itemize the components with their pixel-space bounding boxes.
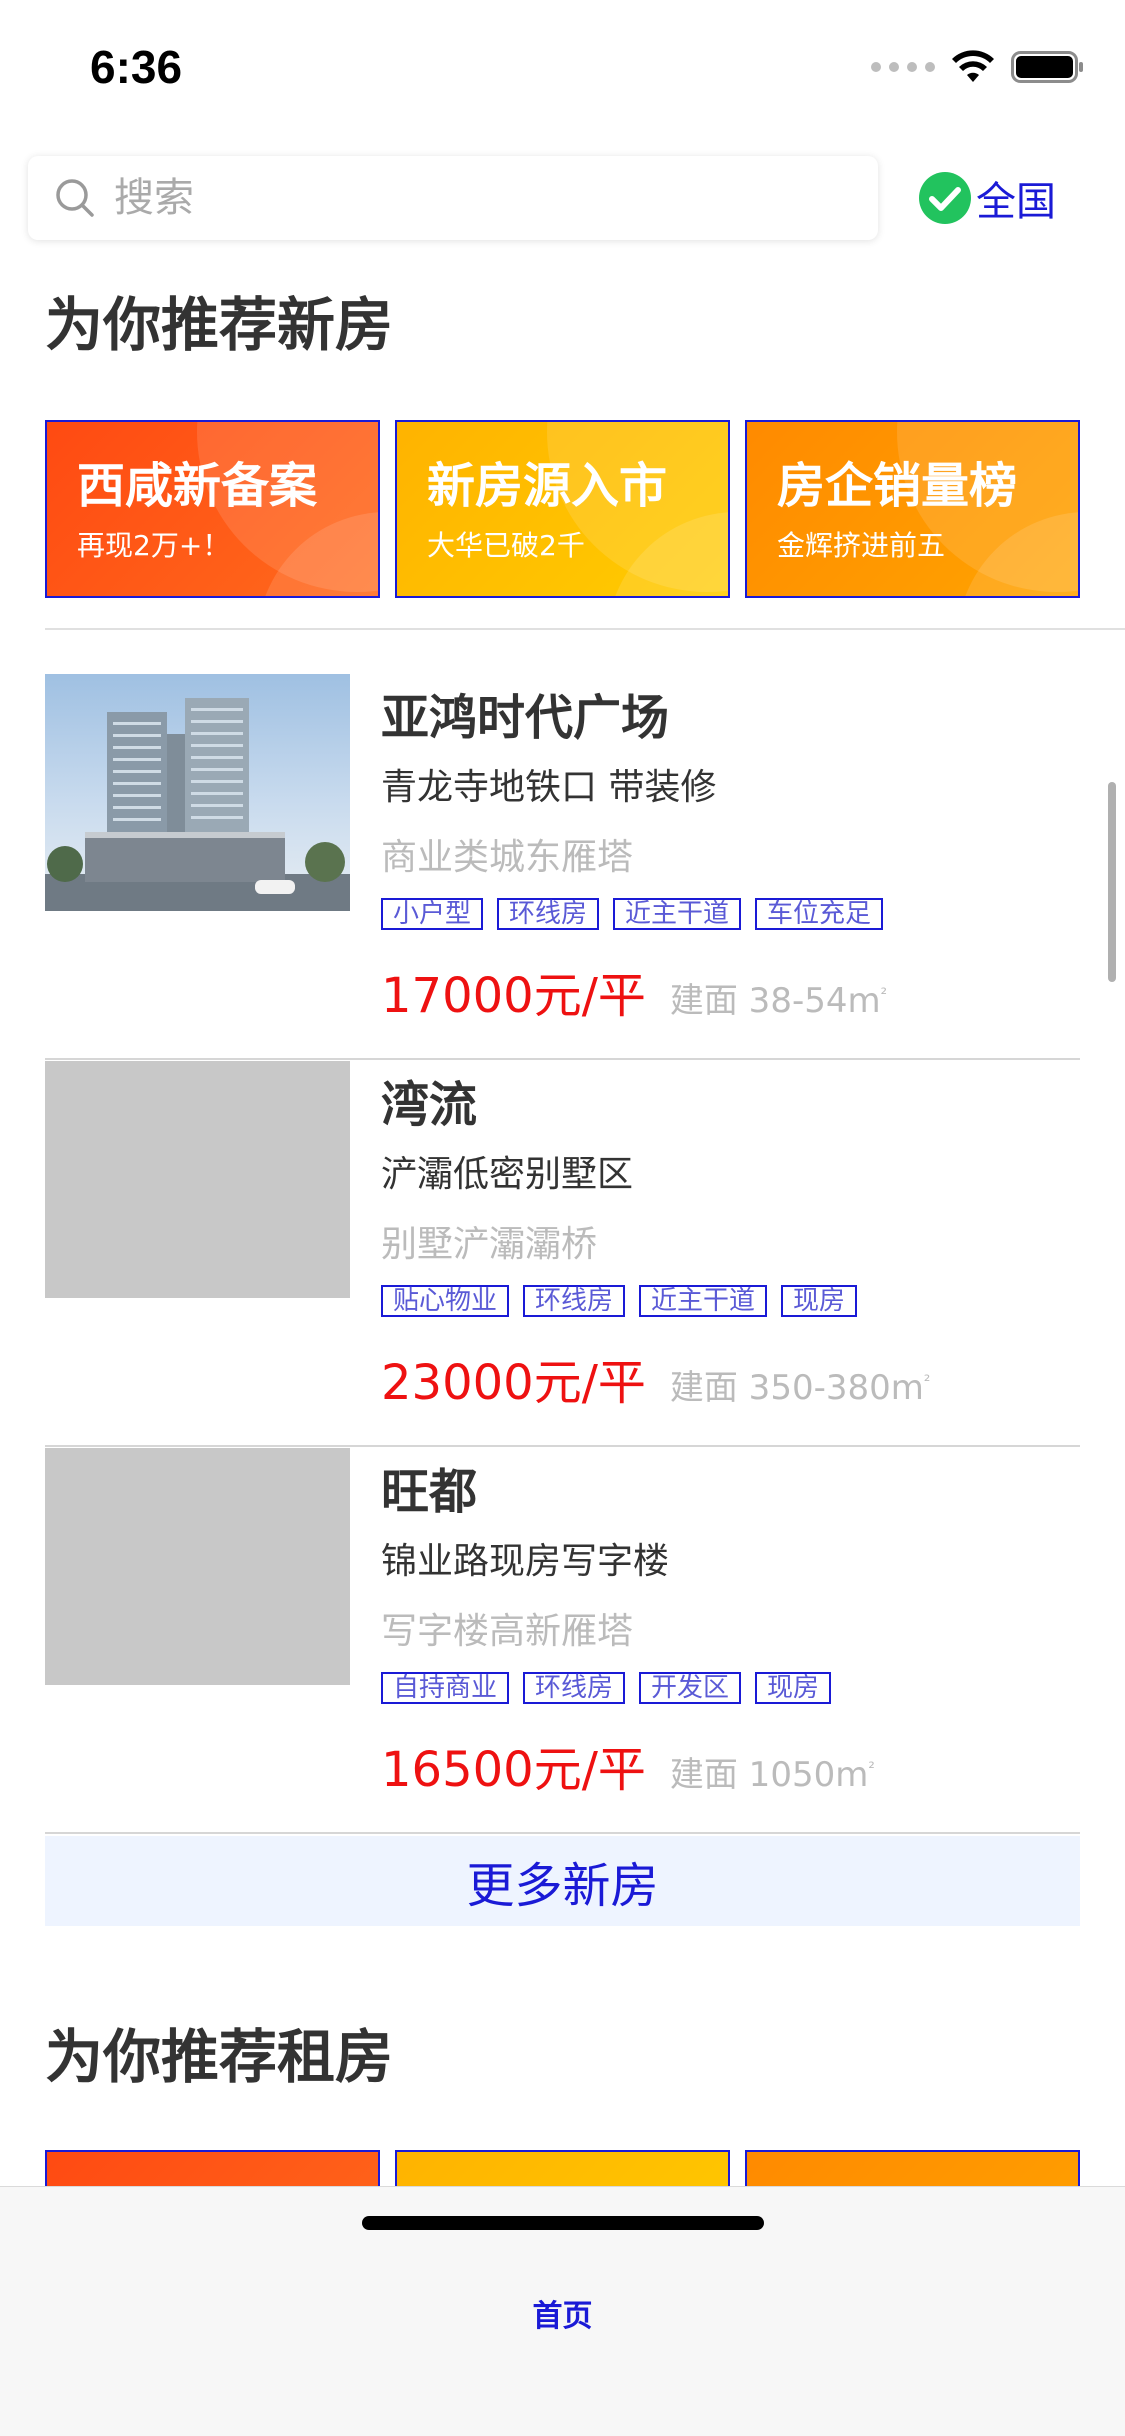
listing-tag: 现房 [781, 1285, 858, 1317]
promo-title: 房企销量榜 [777, 458, 1018, 514]
listing-category: 商业类城东雁塔 [381, 837, 634, 878]
listing-tag: 近主干道 [613, 898, 742, 930]
listing-tag: 近主干道 [639, 1285, 768, 1317]
home-indicator[interactable] [362, 2216, 764, 2230]
listing-item[interactable]: 湾流 浐灞低密别墅区 别墅浐灞灞桥 贴心物业 环线房 近主干道 现房 23000… [45, 1061, 1080, 1447]
section-divider [45, 628, 1125, 630]
battery-icon [1011, 51, 1083, 83]
listing-description: 青龙寺地铁口 带装修 [381, 767, 717, 808]
status-icons [871, 50, 1085, 84]
status-time: 6:36 [90, 41, 183, 93]
search-bar[interactable] [28, 156, 878, 240]
search-icon [56, 179, 94, 217]
region-selector[interactable]: 全国 [918, 170, 1056, 226]
listing-tags: 贴心物业 环线房 近主干道 现房 [381, 1285, 858, 1317]
status-bar: 6:36 [0, 0, 1125, 132]
listing-area-text: 建面 1050m [669, 1755, 869, 1795]
rent-section-title: 为你推荐租房 [45, 2023, 394, 2091]
tab-home[interactable]: 首页 [0, 2291, 1125, 2335]
listing-name: 亚鸿时代广场 [381, 690, 670, 746]
listing-tag: 环线房 [523, 1672, 626, 1704]
promo-title: 新房源入市 [427, 458, 668, 514]
listing-area-unit: ² [880, 984, 888, 1004]
new-home-section-title: 为你推荐新房 [45, 291, 394, 359]
listing-tag: 贴心物业 [381, 1285, 510, 1317]
more-new-homes-label: 更多新房 [466, 1858, 659, 1914]
listing-tags: 小户型 环线房 近主干道 车位充足 [381, 898, 884, 930]
listing-name: 湾流 [381, 1077, 478, 1133]
listing-item[interactable]: 亚鸿时代广场 青龙寺地铁口 带装修 商业类城东雁塔 小户型 环线房 近主干道 车… [45, 674, 1080, 1060]
listing-name: 旺都 [381, 1464, 478, 1520]
promo-card-2[interactable]: 新房源入市 大华已破2千 [395, 420, 730, 598]
listing-photo-placeholder [45, 1061, 350, 1298]
listing-photo-placeholder [45, 1448, 350, 1685]
listing-tag: 车位充足 [755, 898, 884, 930]
listing-photo [45, 674, 350, 911]
building-image [45, 698, 350, 911]
listing-category: 写字楼高新雁塔 [381, 1611, 634, 1652]
listing-tags: 自持商业 环线房 开发区 现房 [381, 1672, 832, 1704]
listing-price-row: 23000元/平 建面 350-380m² [381, 1343, 930, 1413]
listing-area: 建面 38-54m² [670, 973, 887, 1022]
listing-item[interactable]: 旺都 锦业路现房写字楼 写字楼高新雁塔 自持商业 环线房 开发区 现房 1650… [45, 1448, 1080, 1834]
listing-tag: 自持商业 [381, 1672, 510, 1704]
listing-tag: 小户型 [381, 898, 484, 930]
listing-price-row: 17000元/平 建面 38-54m² [381, 956, 887, 1026]
listing-price-row: 16500元/平 建面 1050m² [381, 1730, 875, 1800]
listing-area-unit: ² [868, 1758, 875, 1778]
listing-area: 建面 350-380m² [670, 1360, 930, 1409]
listing-area-unit: ² [923, 1371, 931, 1391]
promo-card-1[interactable]: 西咸新备案 再现2万+！ [45, 420, 380, 598]
listing-area: 建面 1050m² [670, 1747, 875, 1796]
more-new-homes-button[interactable]: 更多新房 [45, 1836, 1080, 1926]
region-label: 全国 [976, 179, 1056, 225]
check-circle-icon [919, 172, 971, 224]
listing-tag: 现房 [755, 1672, 832, 1704]
scrollbar[interactable] [1108, 782, 1116, 982]
listing-price: 16500元/平 [381, 1742, 646, 1798]
listing-area-text: 建面 38-54m [669, 981, 881, 1021]
listing-price: 23000元/平 [381, 1355, 646, 1411]
promo-subtitle: 金辉挤进前五 [777, 529, 946, 562]
listing-category: 别墅浐灞灞桥 [381, 1224, 598, 1265]
listing-area-text: 建面 350-380m [669, 1368, 924, 1408]
search-input[interactable] [114, 175, 814, 221]
promo-title: 西咸新备案 [77, 458, 318, 514]
promo-subtitle: 大华已破2千 [427, 529, 585, 562]
cellular-signal-icon [871, 62, 935, 72]
listing-tag: 环线房 [497, 898, 600, 930]
listing-description: 锦业路现房写字楼 [381, 1541, 670, 1582]
listing-tag: 开发区 [639, 1672, 742, 1704]
promo-subtitle: 再现2万+！ [77, 529, 231, 562]
promo-card-3[interactable]: 房企销量榜 金辉挤进前五 [745, 420, 1080, 598]
listing-description: 浐灞低密别墅区 [381, 1154, 634, 1195]
listing-price: 17000元/平 [381, 968, 646, 1024]
wifi-icon [952, 50, 994, 82]
listing-tag: 环线房 [523, 1285, 626, 1317]
